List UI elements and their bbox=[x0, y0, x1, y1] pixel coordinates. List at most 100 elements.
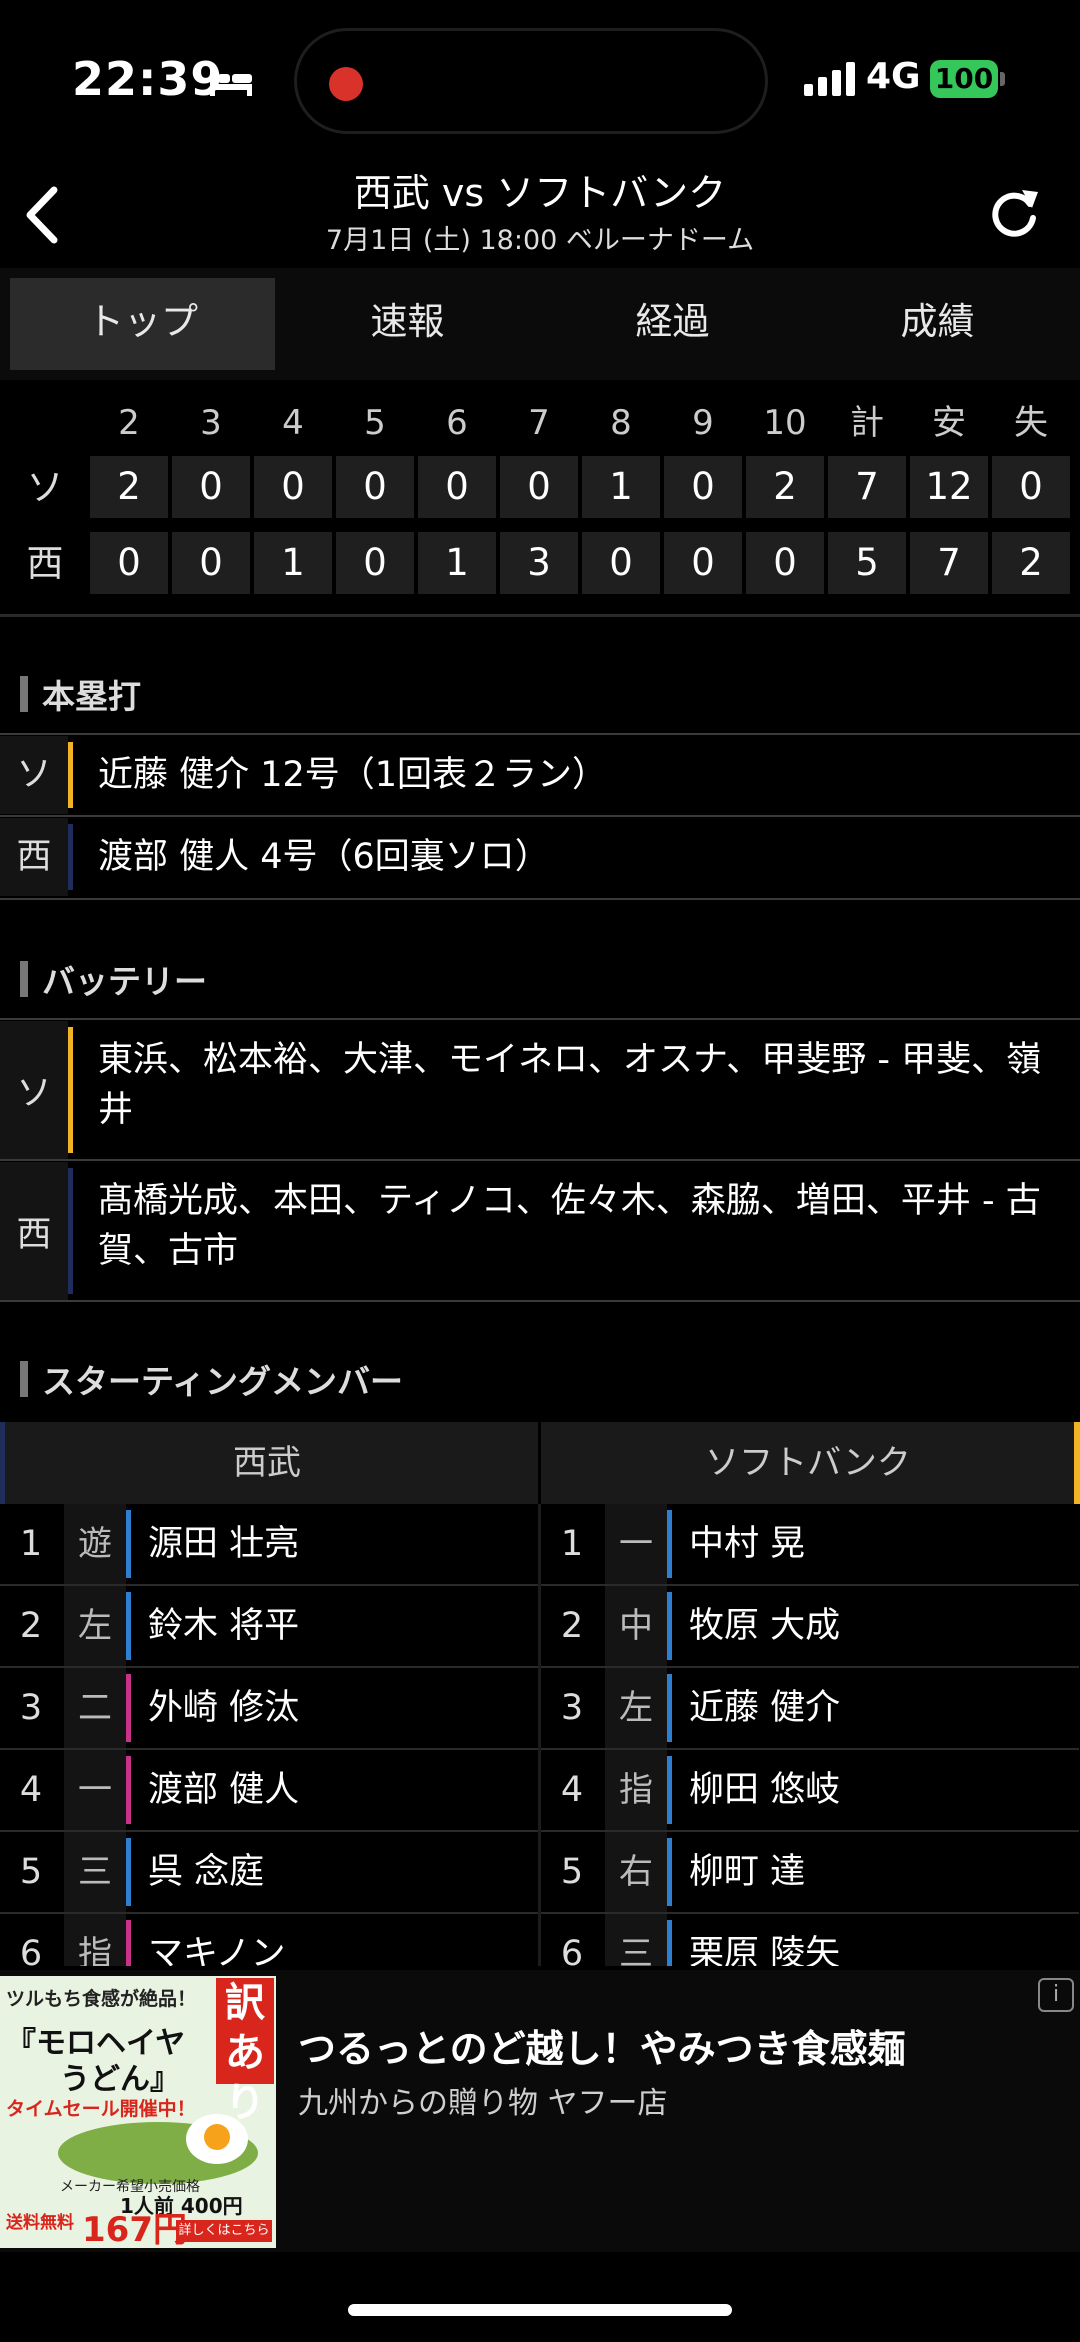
lineup-row[interactable]: 6 三 栗原 陵矢 bbox=[541, 1914, 1079, 1966]
lineup-row[interactable]: 1 遊 源田 壮亮 bbox=[0, 1504, 538, 1586]
inning-header: 8 bbox=[610, 403, 632, 443]
score-cell: 0 bbox=[418, 456, 496, 518]
batting-order: 4 bbox=[19, 1770, 43, 1810]
tab-stats[interactable]: 成績 bbox=[805, 278, 1070, 370]
batting-order: 6 bbox=[19, 1934, 43, 1966]
battery-row: ソ 東浜、松本裕、大津、モイネロ、オスナ、甲斐野 - 甲斐、嶺井 bbox=[0, 1021, 1080, 1159]
ad-title[interactable]: つるっとのど越し！やみつき食感麺 bbox=[298, 2018, 906, 2073]
inning-header: 3 bbox=[200, 403, 222, 443]
player-name: マキノン bbox=[148, 1934, 286, 1966]
player-name: 栗原 陵矢 bbox=[689, 1934, 841, 1966]
ad-image-cta[interactable]: 詳しくはこちら bbox=[176, 2220, 272, 2242]
position-color-bar bbox=[126, 1920, 131, 1966]
signal-icon bbox=[804, 62, 855, 96]
starting-lineups: 1 遊 源田 壮亮 2 左 鈴木 将平 3 二 外崎 修汰 4 一 渡部 健人 … bbox=[0, 1504, 1080, 1966]
hits-cell: 7 bbox=[910, 532, 988, 594]
position-color-bar bbox=[126, 1838, 131, 1906]
hits-header: 安 bbox=[932, 403, 966, 443]
tab-live[interactable]: 速報 bbox=[275, 278, 540, 370]
game-header: 西武 vs ソフトバンク 7月1日 (土) 18:00 ベルーナドーム bbox=[0, 160, 1080, 268]
tab-top[interactable]: トップ bbox=[10, 278, 275, 370]
battery-cap bbox=[1000, 72, 1005, 86]
team-color-bar bbox=[68, 824, 73, 890]
inning-header: 4 bbox=[282, 403, 304, 443]
home-indicator[interactable] bbox=[348, 2304, 732, 2316]
network-type: 4G bbox=[866, 56, 921, 97]
position-color-bar bbox=[667, 1920, 672, 1966]
position: 指 bbox=[605, 1750, 667, 1830]
position-color-bar bbox=[667, 1592, 672, 1660]
lineup-row[interactable]: 6 指 マキノン bbox=[0, 1914, 538, 1966]
homerun-row: ソ 近藤 健介 12号（1回表２ラン） bbox=[0, 736, 1080, 814]
player-name: 近藤 健介 bbox=[689, 1688, 841, 1728]
lineup-row[interactable]: 3 左 近藤 健介 bbox=[541, 1668, 1079, 1750]
batting-order: 4 bbox=[560, 1770, 584, 1810]
divider bbox=[0, 1300, 1080, 1302]
team-color-bar bbox=[68, 742, 73, 808]
position-color-bar bbox=[126, 1756, 131, 1824]
lineup-row[interactable]: 3 二 外崎 修汰 bbox=[0, 1668, 538, 1750]
ad-image-text: ツルもち食感が絶品！ bbox=[6, 1988, 197, 2010]
score-cell: 2 bbox=[90, 456, 168, 518]
score-cell: 0 bbox=[336, 532, 414, 594]
divider bbox=[0, 614, 1080, 617]
total-runs-cell: 7 bbox=[828, 456, 906, 518]
battery-indicator: 100 bbox=[930, 60, 998, 98]
position-color-bar bbox=[667, 1756, 672, 1824]
ad-image-price: 167円 bbox=[82, 2210, 187, 2248]
score-cell: 0 bbox=[336, 456, 414, 518]
lineup-row[interactable]: 2 中 牧原 大成 bbox=[541, 1586, 1079, 1668]
score-cell: 2 bbox=[746, 456, 824, 518]
batting-order: 1 bbox=[19, 1524, 43, 1564]
lineup-row[interactable]: 4 指 柳田 悠岐 bbox=[541, 1750, 1079, 1832]
player-name: 牧原 大成 bbox=[689, 1606, 841, 1646]
position: 遊 bbox=[64, 1504, 126, 1584]
batting-order: 2 bbox=[19, 1606, 43, 1646]
lineup-row[interactable]: 5 右 柳町 達 bbox=[541, 1832, 1079, 1914]
inning-header: 6 bbox=[446, 403, 468, 443]
sleep-focus-icon bbox=[210, 68, 252, 96]
inning-header: 5 bbox=[364, 403, 386, 443]
lineup-row[interactable]: 5 三 呉 念庭 bbox=[0, 1832, 538, 1914]
batting-order: 3 bbox=[560, 1688, 584, 1728]
player-name: 柳町 達 bbox=[689, 1852, 806, 1892]
errors-cell: 0 bbox=[992, 456, 1070, 518]
refresh-icon[interactable] bbox=[986, 182, 1042, 242]
errors-cell: 2 bbox=[992, 532, 1070, 594]
position-color-bar bbox=[126, 1510, 131, 1578]
battery-text: 東浜、松本裕、大津、モイネロ、オスナ、甲斐野 - 甲斐、嶺井 bbox=[98, 1040, 1042, 1130]
position: 左 bbox=[64, 1586, 126, 1666]
ad-image[interactable]: ツルもち食感が絶品！ 『モロヘイヤ うどん』 訳あり タイムセール開催中！ メー… bbox=[0, 1976, 276, 2248]
ad-image-badge: 訳あり bbox=[216, 1978, 274, 2126]
position: 三 bbox=[64, 1832, 126, 1912]
battery-title: バッテリー bbox=[20, 955, 207, 1003]
homerun-text: 近藤 健介 12号（1回表２ラン） bbox=[98, 755, 608, 795]
divider bbox=[0, 815, 1080, 817]
game-datetime-venue: 7月1日 (土) 18:00 ベルーナドーム bbox=[325, 225, 755, 256]
tab-progress[interactable]: 経過 bbox=[540, 278, 805, 370]
score-cell: 0 bbox=[500, 456, 578, 518]
lineup-row[interactable]: 4 一 渡部 健人 bbox=[0, 1750, 538, 1832]
ad-banner[interactable]: ツルもち食感が絶品！ 『モロヘイヤ うどん』 訳あり タイムセール開催中！ メー… bbox=[0, 1970, 1080, 2252]
position-color-bar bbox=[667, 1510, 672, 1578]
team-abbr: 西 bbox=[0, 1162, 68, 1300]
recording-indicator bbox=[329, 67, 363, 101]
inning-header: 2 bbox=[118, 403, 140, 443]
batting-order: 6 bbox=[560, 1934, 584, 1966]
ad-image-text: 送料無料 bbox=[6, 2213, 74, 2233]
ad-sponsor: 九州からの贈り物 ヤフー店 bbox=[298, 2086, 668, 2121]
position: 二 bbox=[64, 1668, 126, 1748]
score-cell: 0 bbox=[90, 532, 168, 594]
ad-image-text: うどん』 bbox=[60, 2062, 180, 2097]
batting-order: 2 bbox=[560, 1606, 584, 1646]
ad-info-icon[interactable]: i bbox=[1038, 1978, 1074, 2012]
score-cell: 3 bbox=[500, 532, 578, 594]
hits-cell: 12 bbox=[910, 456, 988, 518]
dynamic-island bbox=[294, 28, 768, 134]
total-runs-header: 計 bbox=[850, 403, 884, 443]
position: 左 bbox=[605, 1668, 667, 1748]
lineup-row[interactable]: 1 一 中村 晃 bbox=[541, 1504, 1079, 1586]
lineup-row[interactable]: 2 左 鈴木 将平 bbox=[0, 1586, 538, 1668]
inning-header: 9 bbox=[692, 403, 714, 443]
team-abbr: ソ bbox=[0, 736, 68, 814]
